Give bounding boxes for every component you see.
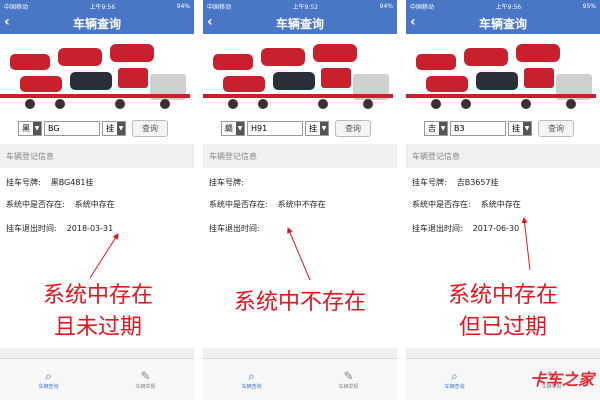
caption-2: 系统中不存在 [203, 287, 397, 319]
caption-line: 但已过期 [458, 315, 547, 340]
arrow-3 [521, 217, 531, 271]
caption-line: 系统中不存在 [233, 290, 366, 315]
caption-line: 系统中存在 [447, 283, 558, 308]
watermark-text: 卡车之家 [529, 370, 594, 389]
arrow-1 [89, 233, 119, 279]
arrow-2 [287, 227, 311, 281]
caption-1: 系统中存在 且未过期 [8, 280, 188, 344]
caption-3: 系统中存在 但已过期 [410, 280, 596, 344]
caption-line: 系统中存在 [42, 283, 153, 308]
watermark-logo: 卡车之家 [530, 366, 594, 390]
caption-line: 且未过期 [53, 315, 142, 340]
